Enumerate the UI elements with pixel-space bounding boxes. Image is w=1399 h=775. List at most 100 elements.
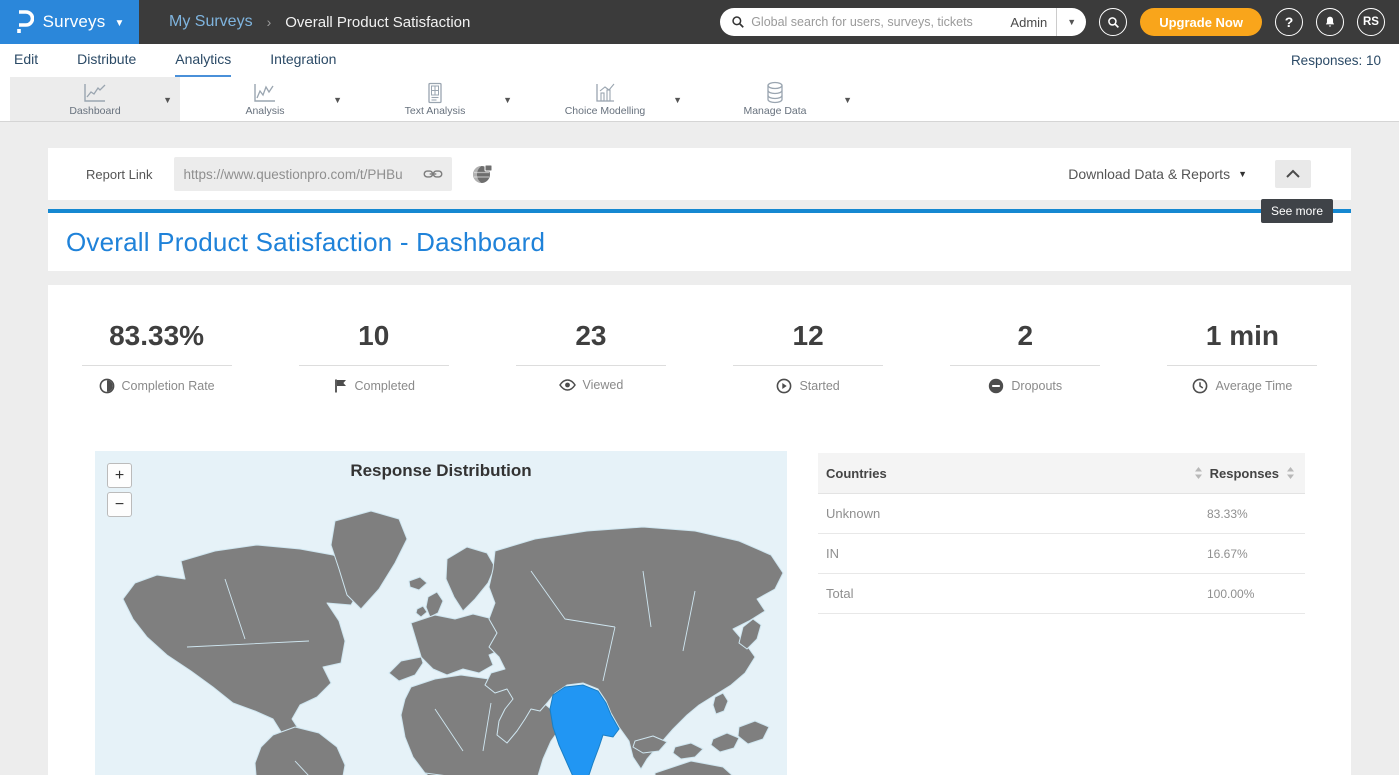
stat-label: Started xyxy=(799,379,839,393)
stat-label: Dropouts xyxy=(1011,379,1062,393)
blue-divider xyxy=(48,209,1351,213)
column-header-countries[interactable]: Countries xyxy=(826,466,1194,481)
download-data-reports-menu[interactable]: Download Data & Reports xyxy=(1068,166,1230,182)
responses-cell: 83.33% xyxy=(1207,507,1295,521)
world-map[interactable] xyxy=(95,451,787,775)
tool-choice-modelling[interactable]: Choice Modelling ▼ xyxy=(520,77,690,121)
chevron-down-icon[interactable]: ▼ xyxy=(843,95,852,105)
stat-label: Completed xyxy=(355,379,415,393)
chevron-down-icon[interactable]: ▼ xyxy=(503,95,512,105)
stat-dropouts: 2 Dropouts xyxy=(917,320,1134,394)
responses-cell: 16.67% xyxy=(1207,547,1295,561)
chevron-down-icon: ▼ xyxy=(114,18,124,29)
responses-count: Responses: 10 xyxy=(1291,53,1385,68)
globe-lock-icon xyxy=(471,163,494,185)
tool-label: Text Analysis xyxy=(405,105,466,117)
analytics-toolbar: Dashboard ▼ Analysis ▼ xyxy=(0,77,1399,122)
chevron-down-icon[interactable]: ▼ xyxy=(673,95,682,105)
breadcrumb: My Surveys › Overall Product Satisfactio… xyxy=(169,13,470,31)
stat-label: Average Time xyxy=(1215,379,1292,393)
map-zoom-controls: + − xyxy=(107,463,132,517)
see-more-toggle-button[interactable] xyxy=(1275,160,1311,188)
column-header-responses[interactable]: Responses xyxy=(1210,466,1279,481)
responses-cell: 100.00% xyxy=(1207,587,1295,601)
database-icon xyxy=(764,81,786,104)
user-avatar[interactable]: RS xyxy=(1357,8,1385,36)
tool-analysis[interactable]: Analysis ▼ xyxy=(180,77,350,121)
stat-value: 12 xyxy=(793,320,824,352)
page-title: Overall Product Satisfaction - Dashboard xyxy=(66,227,545,258)
sort-icon[interactable] xyxy=(1194,467,1203,479)
link-icon xyxy=(423,167,443,181)
clock-icon xyxy=(1192,378,1208,394)
report-url-text: https://www.questionpro.com/t/PHBu xyxy=(183,167,423,182)
tab-analytics[interactable]: Analytics xyxy=(175,44,231,77)
tool-text-analysis[interactable]: Text Analysis ▼ xyxy=(350,77,520,121)
stat-value: 23 xyxy=(575,320,606,352)
stat-divider xyxy=(299,365,449,366)
topbar-actions: Admin ▼ Upgrade Now ? RS xyxy=(720,8,1399,36)
dashboard-title-bar: Overall Product Satisfaction - Dashboard xyxy=(48,213,1351,271)
top-bar: Surveys ▼ My Surveys › Overall Product S… xyxy=(0,0,1399,44)
stat-average-time: 1 min Average Time xyxy=(1134,320,1351,394)
stat-value: 2 xyxy=(1017,320,1033,352)
questionpro-logo-icon xyxy=(15,10,34,34)
table-row: Unknown 83.33% xyxy=(818,494,1305,534)
tab-distribute[interactable]: Distribute xyxy=(77,44,136,77)
avatar-initials: RS xyxy=(1363,16,1379,28)
analysis-chart-icon xyxy=(252,82,278,104)
sort-icon[interactable] xyxy=(1286,467,1295,479)
see-more-tooltip: See more xyxy=(1261,199,1333,223)
response-distribution-map: Response Distribution + − xyxy=(95,451,787,775)
report-actions: Download Data & Reports ▼ xyxy=(1068,160,1351,188)
help-button[interactable]: ? xyxy=(1275,8,1303,36)
tool-manage-data[interactable]: Manage Data ▼ xyxy=(690,77,860,121)
stat-label: Viewed xyxy=(583,378,624,392)
table-row: Total 100.00% xyxy=(818,574,1305,614)
tool-label: Choice Modelling xyxy=(565,105,646,117)
flag-icon xyxy=(333,378,348,394)
bell-icon xyxy=(1323,15,1337,29)
stat-value: 83.33% xyxy=(109,320,204,352)
map-zoom-in-button[interactable]: + xyxy=(107,463,132,488)
map-zoom-out-button[interactable]: − xyxy=(107,492,132,517)
breadcrumb-my-surveys[interactable]: My Surveys xyxy=(169,13,253,31)
question-mark-icon: ? xyxy=(1285,14,1294,30)
chevron-down-icon[interactable]: ▼ xyxy=(163,95,172,105)
dashboard-content: 83.33% Completion Rate 10 xyxy=(48,285,1351,775)
play-circle-icon xyxy=(776,378,792,394)
stat-started: 12 Started xyxy=(700,320,917,394)
stat-divider xyxy=(950,365,1100,366)
report-link-row: Report Link https://www.questionpro.com/… xyxy=(48,148,1351,200)
country-cell: Total xyxy=(826,586,1207,601)
chevron-up-icon xyxy=(1285,169,1301,179)
text-analysis-icon xyxy=(424,82,446,104)
stat-viewed: 23 Viewed xyxy=(482,320,699,394)
search-scope-selector[interactable]: Admin xyxy=(1010,15,1056,30)
breadcrumb-current: Overall Product Satisfaction xyxy=(285,14,470,31)
tab-edit[interactable]: Edit xyxy=(14,44,38,77)
upgrade-now-button[interactable]: Upgrade Now xyxy=(1140,8,1262,36)
minus-circle-icon xyxy=(988,378,1004,394)
chevron-down-icon[interactable]: ▼ xyxy=(1238,169,1247,179)
stat-label: Completion Rate xyxy=(122,379,215,393)
global-search: Admin ▼ xyxy=(720,8,1086,36)
search-scope-caret-icon[interactable]: ▼ xyxy=(1057,17,1086,27)
report-link-label: Report Link xyxy=(86,167,152,182)
search-input[interactable] xyxy=(745,15,1010,29)
product-switcher[interactable]: Surveys ▼ xyxy=(0,0,139,44)
search-button[interactable] xyxy=(1099,8,1127,36)
chevron-down-icon[interactable]: ▼ xyxy=(333,95,342,105)
stat-divider xyxy=(1167,365,1317,366)
stat-completed: 10 Completed xyxy=(265,320,482,394)
breadcrumb-separator-icon: › xyxy=(267,14,272,30)
search-icon xyxy=(731,15,745,29)
report-url-field[interactable]: https://www.questionpro.com/t/PHBu xyxy=(174,157,452,191)
tool-label: Dashboard xyxy=(69,105,120,117)
tab-integration[interactable]: Integration xyxy=(270,44,336,77)
tool-label: Analysis xyxy=(245,105,284,117)
notifications-button[interactable] xyxy=(1316,8,1344,36)
live-report-globe-button[interactable] xyxy=(471,163,494,185)
choice-modelling-icon xyxy=(593,82,617,104)
tool-dashboard[interactable]: Dashboard ▼ xyxy=(10,77,180,121)
